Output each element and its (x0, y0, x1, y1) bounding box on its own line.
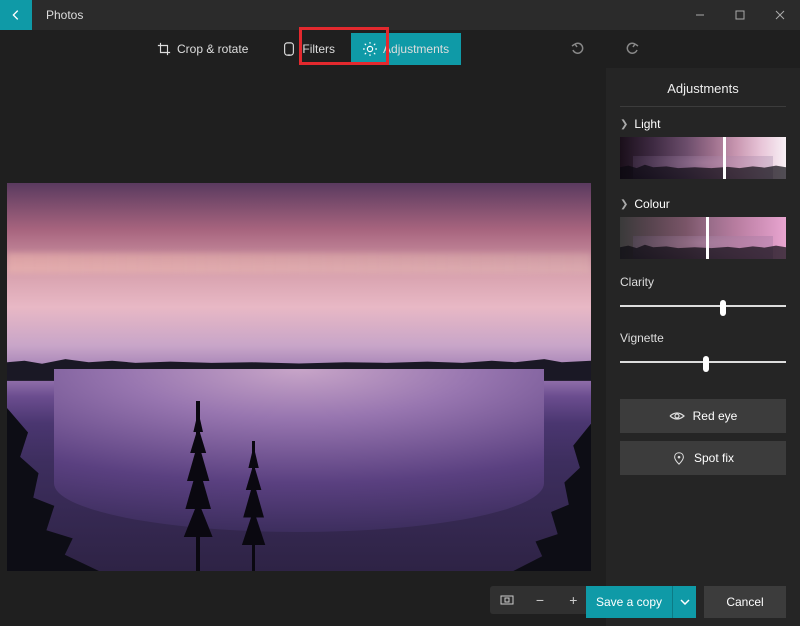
tab-crop-rotate[interactable]: Crop & rotate (145, 33, 260, 65)
undo-icon (570, 41, 586, 57)
undo-button[interactable] (566, 37, 590, 61)
clarity-thumb[interactable] (720, 300, 726, 316)
tab-adjustments[interactable]: Adjustments (351, 33, 461, 65)
maximize-button[interactable] (720, 0, 760, 30)
action-label: Red eye (693, 409, 738, 423)
eye-icon (669, 410, 685, 422)
vignette-slider[interactable] (620, 361, 786, 363)
back-button[interactable] (0, 0, 32, 30)
tab-label: Adjustments (383, 42, 449, 56)
colour-preview-strip[interactable] (620, 217, 786, 259)
section-label: Colour (634, 197, 669, 211)
tab-label: Filters (302, 42, 335, 56)
action-label: Spot fix (694, 451, 734, 465)
minimize-button[interactable] (680, 0, 720, 30)
colour-handle[interactable] (706, 217, 709, 259)
titlebar: Photos (0, 0, 800, 30)
adjustments-panel: Adjustments ❯ Light ❯ Colour Clarity Vig… (606, 68, 800, 626)
zoom-controls: − + (490, 586, 590, 614)
redo-icon (624, 41, 640, 57)
window-controls (680, 0, 800, 30)
adjustments-icon (363, 42, 377, 56)
light-preview-strip[interactable] (620, 137, 786, 179)
fit-button[interactable] (495, 588, 519, 612)
red-eye-button[interactable]: Red eye (620, 399, 786, 433)
chevron-right-icon: ❯ (620, 119, 628, 130)
save-dropdown-button[interactable] (672, 586, 696, 618)
crop-icon (157, 42, 171, 56)
zoom-in-button[interactable]: + (561, 588, 585, 612)
tab-filters[interactable]: Filters (270, 33, 347, 65)
canvas-area: − + (0, 68, 606, 626)
section-label: Light (634, 117, 660, 131)
spot-fix-button[interactable]: Spot fix (620, 441, 786, 475)
expand-light[interactable]: ❯ Light (620, 107, 786, 137)
clarity-slider[interactable] (620, 305, 786, 307)
cancel-button[interactable]: Cancel (704, 586, 786, 618)
vignette-label: Vignette (620, 323, 786, 353)
footer-actions: Save a copy Cancel (586, 586, 786, 618)
zoom-out-button[interactable]: − (528, 588, 552, 612)
photo-preview[interactable] (7, 183, 591, 571)
editor-toolbar: Crop & rotate Filters Adjustments (0, 30, 800, 68)
vignette-thumb[interactable] (703, 356, 709, 372)
panel-title: Adjustments (620, 76, 786, 107)
spot-fix-icon (672, 451, 686, 465)
expand-colour[interactable]: ❯ Colour (620, 187, 786, 217)
tab-label: Crop & rotate (177, 42, 248, 56)
redo-button[interactable] (620, 37, 644, 61)
save-copy-button[interactable]: Save a copy (586, 586, 672, 618)
arrow-left-icon (9, 8, 23, 22)
chevron-right-icon: ❯ (620, 199, 628, 210)
chevron-down-icon (680, 599, 690, 605)
filters-icon (282, 42, 296, 56)
app-title: Photos (32, 8, 83, 22)
close-button[interactable] (760, 0, 800, 30)
clarity-label: Clarity (620, 267, 786, 297)
light-handle[interactable] (723, 137, 726, 179)
fit-icon (500, 595, 514, 605)
